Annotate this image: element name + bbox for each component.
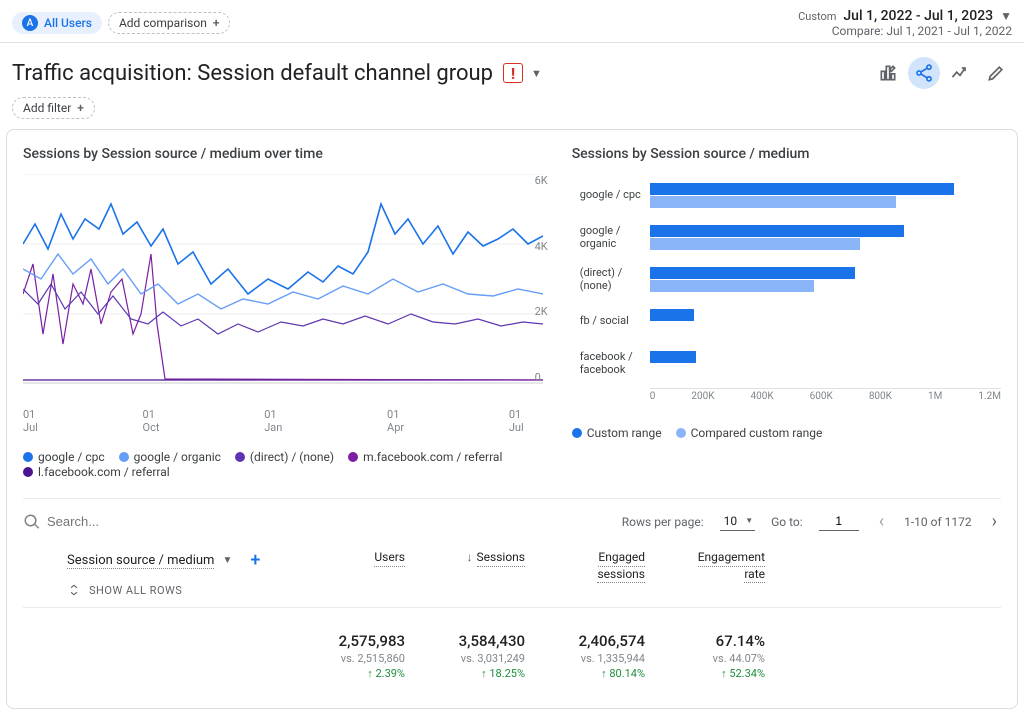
- segment-all-users[interactable]: A All Users: [12, 12, 102, 34]
- rows-per-page-label: Rows per page:: [622, 515, 704, 529]
- y-tick: 2K: [535, 305, 548, 318]
- chevron-down-icon: ▼: [1000, 9, 1012, 23]
- col-users[interactable]: Users: [374, 550, 405, 567]
- page-range: 1-10 of 1172: [904, 515, 972, 529]
- date-main: Jul 1, 2022 - Jul 1, 2023: [843, 8, 993, 24]
- add-filter-button[interactable]: Add filter +: [12, 97, 95, 119]
- title-dropdown[interactable]: ▼: [531, 67, 542, 80]
- bar-x-tick: 0: [650, 391, 656, 402]
- bar-row: fb / social: [580, 300, 1001, 342]
- y-tick: 4K: [535, 240, 548, 253]
- x-tick: 01Oct: [143, 408, 160, 434]
- bar-chart-title: Sessions by Session source / medium: [572, 146, 1001, 162]
- bar-x-tick: 400K: [751, 391, 774, 402]
- bar-x-tick: 800K: [869, 391, 892, 402]
- add-comparison-button[interactable]: Add comparison +: [108, 12, 231, 34]
- line-chart[interactable]: 6K 4K 2K 0: [23, 174, 548, 404]
- bar-x-tick: 1.2M: [978, 391, 1001, 402]
- add-dimension-button[interactable]: +: [250, 550, 260, 571]
- x-tick: 01Jan: [264, 408, 282, 434]
- plus-icon: +: [213, 16, 220, 30]
- goto-input[interactable]: [819, 512, 859, 531]
- table-search[interactable]: [23, 513, 622, 531]
- col-engagement-rate[interactable]: Engagement: [698, 550, 765, 567]
- x-tick: 01Jul: [23, 408, 38, 434]
- show-all-rows-button[interactable]: SHOW ALL ROWS: [67, 583, 303, 597]
- sort-desc-icon: ↓: [467, 550, 473, 564]
- legend-item[interactable]: Compared custom range: [676, 426, 823, 440]
- x-tick: 01Jul: [509, 408, 524, 434]
- next-page-icon[interactable]: ›: [988, 511, 1001, 532]
- legend-item[interactable]: l.facebook.com / referral: [23, 465, 170, 479]
- bar-row: google / organic: [580, 216, 1001, 258]
- bar-x-tick: 1M: [928, 391, 942, 402]
- bar-x-tick: 600K: [810, 391, 833, 402]
- bar-chart[interactable]: google / cpcgoogle / organic(direct) / (…: [572, 174, 1001, 402]
- legend-item[interactable]: (direct) / (none): [235, 450, 334, 464]
- edit-icon[interactable]: [980, 57, 1012, 89]
- dimension-header[interactable]: Session source / medium: [67, 553, 214, 569]
- search-input[interactable]: [47, 514, 247, 529]
- add-comparison-label: Add comparison: [119, 16, 207, 30]
- y-tick: 6K: [535, 174, 548, 187]
- bar-row: (direct) / (none): [580, 258, 1001, 300]
- legend-item[interactable]: google / organic: [119, 450, 221, 464]
- segment-label: All Users: [44, 16, 92, 30]
- chevron-down-icon[interactable]: ▼: [222, 555, 232, 566]
- page-title: Traffic acquisition: Session default cha…: [12, 61, 493, 86]
- segment-badge: A: [22, 15, 38, 31]
- date-range-picker[interactable]: Custom Jul 1, 2022 - Jul 1, 2023 ▼ Compa…: [798, 8, 1012, 38]
- customize-report-icon[interactable]: [872, 57, 904, 89]
- bar-chart-legend: Custom range Compared custom range: [572, 426, 1001, 441]
- rows-per-page-select[interactable]: 10: [720, 512, 756, 531]
- date-custom-label: Custom: [798, 10, 836, 23]
- show-all-rows-label: SHOW ALL ROWS: [89, 584, 182, 597]
- summary-engaged-sessions: 2,406,574 vs. 1,335,944 80.14%: [543, 632, 663, 680]
- summary-engagement-rate: 67.14% vs. 44.07% 52.34%: [663, 632, 783, 680]
- share-icon[interactable]: [908, 57, 940, 89]
- col-sessions[interactable]: Sessions: [477, 550, 525, 567]
- add-filter-label: Add filter: [23, 101, 71, 115]
- warning-icon[interactable]: !: [503, 63, 523, 83]
- insights-icon[interactable]: [944, 57, 976, 89]
- bar-row: facebook / facebook: [580, 342, 1001, 384]
- date-compare-label: Compare: Jul 1, 2021 - Jul 1, 2022: [798, 24, 1012, 38]
- legend-item[interactable]: Custom range: [572, 426, 662, 440]
- goto-label: Go to:: [771, 515, 803, 529]
- line-chart-legend: google / cpc google / organic (direct) / (…: [23, 450, 548, 480]
- legend-item[interactable]: google / cpc: [23, 450, 105, 464]
- summary-users: 2,575,983 vs. 2,515,860 2.39%: [303, 632, 423, 680]
- col-engaged-sessions[interactable]: Engaged: [598, 550, 645, 567]
- plus-icon: +: [77, 101, 84, 115]
- line-chart-title: Sessions by Session source / medium over…: [23, 146, 548, 162]
- summary-sessions: 3,584,430 vs. 3,031,249 18.25%: [423, 632, 543, 680]
- prev-page-icon[interactable]: ‹: [875, 511, 888, 532]
- bar-row: google / cpc: [580, 174, 1001, 216]
- bar-x-tick: 200K: [691, 391, 714, 402]
- y-tick: 0: [535, 371, 548, 384]
- legend-item[interactable]: m.facebook.com / referral: [348, 450, 502, 464]
- x-tick: 01Apr: [387, 408, 404, 434]
